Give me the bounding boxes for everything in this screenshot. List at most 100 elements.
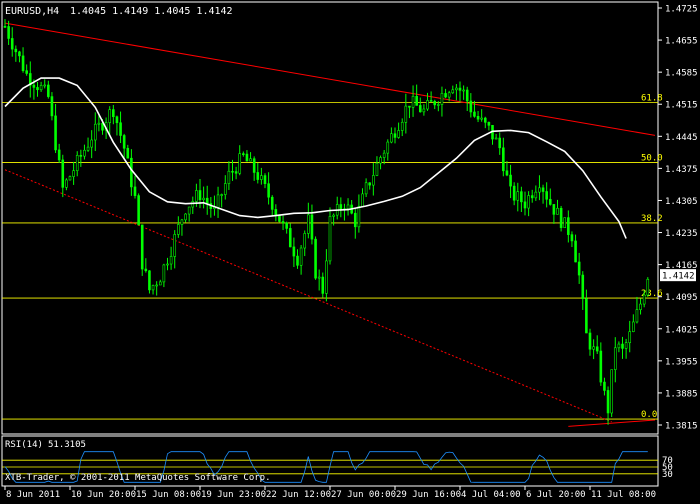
candle-body (115, 116, 119, 124)
candle-body (400, 121, 404, 131)
candle-body (162, 264, 166, 283)
candle-body (635, 309, 639, 323)
candle-body (180, 219, 184, 225)
candle-body (158, 281, 162, 286)
candle-body (382, 152, 386, 158)
x-tick-label: 8 Jun 2011 (6, 490, 60, 500)
candle-body (54, 115, 57, 151)
candle-body (21, 55, 25, 71)
candle-body (93, 123, 97, 141)
candle-body (173, 234, 177, 257)
x-tick-label: 10 Jun 20:00 (71, 490, 136, 500)
candle-body (299, 247, 303, 266)
candle-body (483, 117, 487, 123)
candle-body (151, 285, 155, 291)
candle-body (155, 284, 158, 287)
trading-chart[interactable]: 61.850.038.223.60.0 705030 1.47251.46551… (0, 0, 700, 500)
candle-body (227, 170, 231, 184)
y-tick-label: 1.4025 (665, 325, 698, 335)
candle-body (411, 95, 415, 108)
candle-body (242, 153, 245, 155)
candle-body (372, 175, 375, 186)
candle-body (632, 321, 635, 332)
candle-body (523, 201, 527, 209)
y-tick-label: 1.4515 (665, 101, 698, 111)
candle-body (166, 263, 169, 266)
candle-body (292, 246, 296, 257)
candle-body (112, 109, 115, 118)
candle-body (512, 185, 516, 201)
candle-body (538, 187, 541, 193)
candle-body (556, 207, 559, 215)
candle-body (187, 206, 191, 215)
y-tick-label: 1.3815 (665, 422, 698, 432)
y-tick-label: 1.4095 (665, 293, 698, 303)
candle-body (610, 369, 613, 414)
candle-body (3, 26, 7, 28)
y-tick-label: 1.4305 (665, 197, 698, 207)
candle-body (617, 343, 621, 349)
y-tick-label: 1.3885 (665, 389, 698, 399)
candle-body (642, 294, 646, 305)
rsi-level-label: 30 (662, 470, 673, 480)
candle-body (534, 191, 538, 199)
candle-body (97, 122, 101, 125)
candle-body (140, 224, 144, 270)
candle-body (205, 197, 209, 204)
candle-body (545, 191, 548, 200)
candle-body (487, 122, 491, 126)
candle-body (548, 198, 552, 205)
candle-body (462, 89, 465, 92)
candle-body (357, 206, 361, 228)
candle-body (198, 190, 202, 200)
copyright-text: XTB-Trader, © 2001-2011 MetaQuotes Softw… (5, 473, 271, 483)
candle-body (47, 84, 50, 97)
candle-body (368, 182, 372, 186)
candle-body (79, 155, 83, 157)
candle-body (458, 87, 462, 91)
candle-body (447, 92, 451, 98)
candle-body (260, 175, 263, 180)
candle-body (285, 222, 288, 229)
candle-body (465, 89, 469, 102)
candle-body (86, 146, 90, 151)
candle-body (328, 216, 332, 262)
candle-body (375, 162, 379, 176)
candle-body (520, 191, 523, 203)
candle-body (563, 217, 567, 228)
candle-body (599, 350, 603, 383)
candle-body (231, 170, 234, 173)
candle-body (270, 196, 274, 210)
candle-body (267, 183, 270, 198)
candle-body (310, 214, 314, 240)
candle-body (303, 233, 307, 249)
candle-body (75, 155, 79, 171)
candle-body (361, 193, 364, 207)
candle-body (559, 207, 563, 228)
y-tick-label: 1.3955 (665, 357, 698, 367)
symbol-label: EURUSD,H4 (5, 6, 59, 17)
x-tick-label: 29 Jun 16:00 (396, 490, 461, 500)
candle-body (36, 87, 39, 91)
candle-body (451, 89, 455, 94)
candle-body (386, 141, 390, 154)
candle-body (65, 179, 68, 188)
candle-body (379, 157, 382, 164)
x-tick-label: 27 Jun 00:00 (331, 490, 396, 500)
candle-body (639, 303, 642, 310)
candle-body (437, 104, 440, 106)
candle-body (108, 109, 112, 123)
current-price-value: 1.4142 (662, 272, 695, 282)
candle-body (444, 93, 447, 98)
candle-body (281, 221, 285, 224)
x-tick-label: 22 Jun 12:00 (266, 490, 331, 500)
candle-body (541, 187, 545, 192)
candle-body (455, 87, 458, 91)
candle-body (628, 331, 632, 343)
candle-body (621, 343, 624, 349)
candle-body (574, 240, 577, 263)
candle-body (585, 298, 588, 334)
candle-body (126, 147, 130, 159)
candle-body (83, 149, 86, 157)
fib-label: 0.0 (641, 410, 657, 420)
